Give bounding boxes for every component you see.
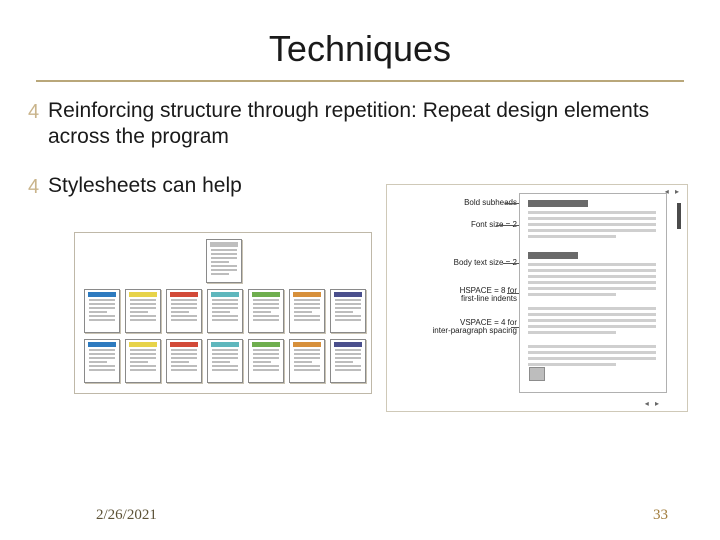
slide-title: Techniques bbox=[0, 0, 720, 80]
slide: Techniques 4 Reinforcing structure throu… bbox=[0, 0, 720, 540]
bullet-item: 4 Reinforcing structure through repetiti… bbox=[28, 98, 692, 151]
page-thumb bbox=[84, 289, 120, 333]
scroll-arrows-icon: ◂ ▸ bbox=[645, 399, 661, 408]
stylesheet-spec-figure: ◂ ▸ Bold subheads Font size = 2 Body tex… bbox=[386, 184, 688, 412]
page-thumb bbox=[166, 339, 202, 383]
page-thumb bbox=[166, 289, 202, 333]
page-thumb bbox=[330, 289, 366, 333]
page-thumb bbox=[125, 289, 161, 333]
footer: 2/26/2021 33 bbox=[0, 507, 720, 524]
page-thumb bbox=[84, 339, 120, 383]
page-thumb bbox=[330, 339, 366, 383]
bullet-marker-icon: 4 bbox=[28, 175, 48, 200]
page-thumb bbox=[125, 339, 161, 383]
spec-label: HSPACE = 8 for first-line indents bbox=[460, 287, 517, 305]
page-thumb bbox=[289, 339, 325, 383]
slider-handle-icon bbox=[529, 367, 545, 381]
page-thumb bbox=[248, 339, 284, 383]
bullet-marker-icon: 4 bbox=[28, 100, 48, 125]
page-thumb bbox=[248, 289, 284, 333]
repetition-grid-figure bbox=[74, 232, 372, 394]
scroll-thumb-icon bbox=[677, 203, 681, 229]
footer-page-number: 33 bbox=[653, 507, 668, 524]
page-thumb bbox=[207, 289, 243, 333]
spec-page bbox=[519, 193, 667, 393]
bullet-text: Reinforcing structure through repetition… bbox=[48, 98, 692, 151]
spec-label: VSPACE = 4 for inter-paragraph spacing bbox=[433, 319, 518, 337]
divider bbox=[36, 80, 684, 82]
page-thumb bbox=[289, 289, 325, 333]
footer-date: 2/26/2021 bbox=[96, 507, 157, 524]
scroll-arrows-icon: ◂ ▸ bbox=[665, 187, 681, 196]
page-thumb bbox=[206, 239, 242, 283]
page-thumb bbox=[207, 339, 243, 383]
